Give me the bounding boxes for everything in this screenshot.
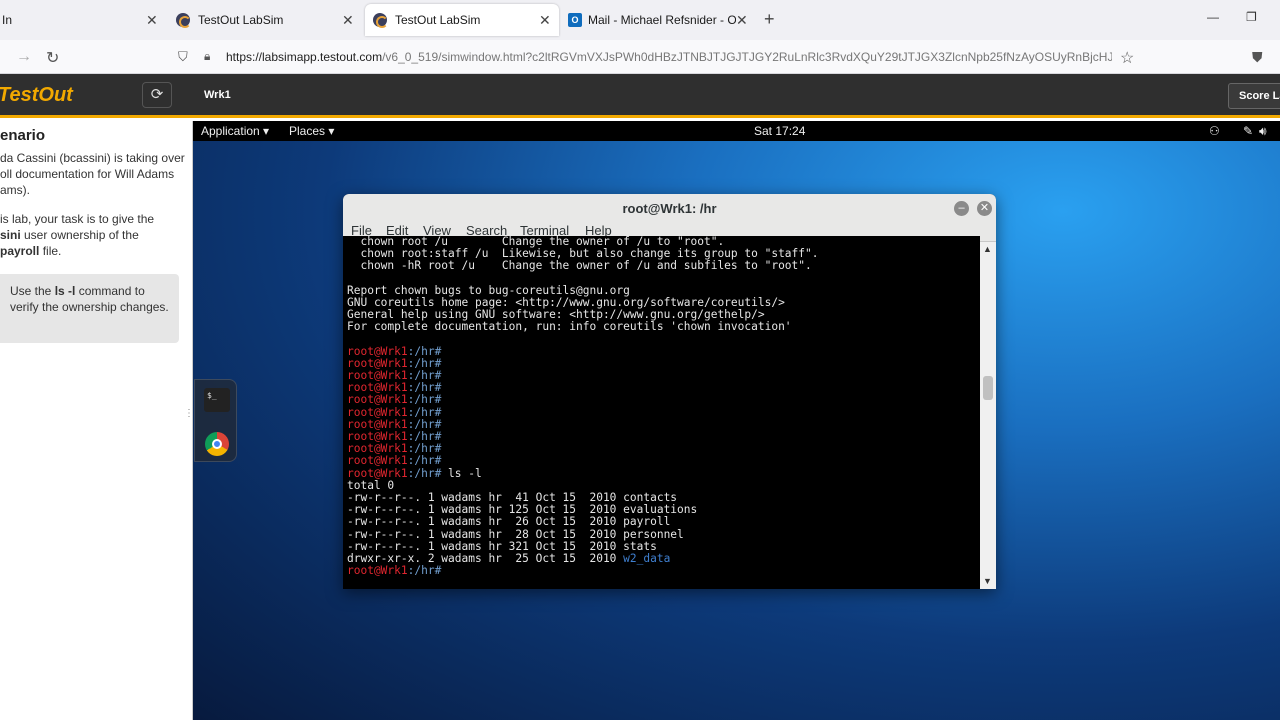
prompt-user: root@Wrk1	[347, 381, 408, 395]
terminal-scrollbar[interactable]: ▲ ▼	[980, 242, 996, 589]
application-menu[interactable]: Application ▾	[201, 124, 269, 138]
shield-icon[interactable]: ⛉	[178, 49, 188, 65]
browser-tab-bar: In ✕ TestOut LabSim ✕ TestOut LabSim ✕ O…	[0, 0, 1280, 40]
dir-meta: drwxr-xr-x. 2 wadams hr 25 Oct 15 2010	[347, 551, 624, 565]
prompt-user: root@Wrk1	[347, 430, 408, 443]
terminal-title: root@Wrk1: /hr	[343, 194, 996, 221]
prompt-path: :/hr#	[407, 405, 442, 419]
volume-icon[interactable]: 🔊︎	[1259, 124, 1267, 139]
prompt-line: root@Wrk1:/hr#	[347, 394, 980, 406]
prompt-user: root@Wrk1	[347, 393, 408, 407]
prompt-user: root@Wrk1	[347, 417, 408, 431]
minimize-icon[interactable]: –	[954, 201, 969, 216]
prompt-line: root@Wrk1:/hr#	[347, 430, 980, 443]
prompt-user: root@Wrk1	[347, 344, 408, 358]
prompt-path: :/hr#	[407, 369, 442, 383]
scenario-panel: enario da Cassini (bcassini) is taking o…	[0, 121, 193, 720]
machine-name: Wrk1	[204, 89, 231, 101]
prompt-user: root@Wrk1	[347, 564, 408, 578]
dir-entry: drwxr-xr-x. 2 wadams hr 25 Oct 15 2010 w…	[347, 551, 980, 565]
prompt-user: root@Wrk1	[347, 405, 408, 419]
close-tab-icon[interactable]: ✕	[736, 12, 748, 29]
prompt-line: root@Wrk1:/hr#	[347, 417, 980, 431]
close-tab-icon[interactable]: ✕	[539, 12, 551, 29]
terminal-output[interactable]: chown root /u Change the owner of /u to …	[343, 236, 980, 583]
new-tab-icon[interactable]: +	[764, 9, 775, 30]
prompt-user: root@Wrk1	[347, 454, 408, 468]
close-icon[interactable]: ✕	[977, 201, 992, 216]
minimize-window-icon[interactable]: —	[1207, 10, 1219, 24]
prompt-path: :/hr#	[407, 417, 442, 431]
places-menu[interactable]: Places ▾	[289, 124, 334, 138]
clock[interactable]: Sat 17:24	[754, 124, 805, 138]
scroll-down-icon[interactable]: ▼	[983, 576, 992, 586]
testout-header: TestOut ⟳ Wrk1 Score La	[0, 74, 1280, 118]
top-panel: Application ▾ Places ▾ Sat 17:24 ⚇ ✎ 🔊︎	[193, 121, 1280, 141]
tab-testout-active[interactable]: TestOut LabSim ✕	[365, 4, 559, 36]
outlook-icon: O	[568, 13, 582, 27]
terminal-window: root@Wrk1: /hr – ✕ File Edit View Search…	[343, 194, 996, 589]
testout-favicon-icon	[373, 13, 388, 28]
command-line: root@Wrk1:/hr# ls -l	[347, 466, 980, 480]
tab-outlook[interactable]: O Mail - Michael Refsnider - Outlook ✕	[566, 4, 750, 36]
score-lab-button[interactable]: Score La	[1228, 83, 1280, 109]
dock: $_	[194, 379, 237, 462]
prompt-line: root@Wrk1:/hr#	[347, 356, 980, 370]
network-icon[interactable]: ⚇	[1209, 124, 1220, 138]
prompt-line: root@Wrk1:/hr#	[347, 443, 980, 455]
close-tab-icon[interactable]: ✕	[146, 12, 158, 29]
prompt-path: :/hr#	[407, 466, 442, 480]
scroll-up-icon[interactable]: ▲	[983, 244, 992, 254]
prompt-path: :/hr#	[407, 454, 442, 468]
chrome-launcher-icon[interactable]	[205, 432, 229, 456]
restore-window-icon[interactable]: ❐	[1246, 10, 1257, 24]
bookmark-star-icon[interactable]: ☆	[1120, 48, 1134, 68]
prompt-line: root@Wrk1:/hr#	[347, 344, 980, 358]
reload-icon[interactable]: ↻	[46, 48, 59, 68]
scrollbar-thumb[interactable]	[983, 376, 993, 400]
output-line: For complete documentation, run: info co…	[347, 320, 792, 334]
url-input[interactable]: https://labsimapp.testout.com/v6_0_519/s…	[226, 50, 1112, 64]
prompt-line: root@Wrk1:/hr#	[347, 369, 980, 383]
tab-testout-1[interactable]: TestOut LabSim ✕	[168, 4, 358, 36]
testout-logo: TestOut	[0, 84, 73, 106]
prompt-path: :/hr#	[407, 381, 442, 395]
prompt-user: root@Wrk1	[347, 369, 408, 383]
prompt-path: :/hr#	[407, 344, 442, 358]
scenario-task: is lab, your task is to give the sini us…	[0, 212, 155, 258]
file-entry: -rw-r--r--. 1 wadams hr 26 Oct 15 2010 p…	[347, 515, 671, 529]
prompt-path: :/hr#	[407, 393, 442, 407]
scenario-title: enario	[0, 127, 46, 144]
scenario-hint: Use the ls -l command to verify the owne…	[0, 274, 179, 343]
prompt-user: root@Wrk1	[347, 466, 408, 480]
tab-partial[interactable]: In ✕	[0, 4, 160, 36]
forward-icon[interactable]: →	[16, 48, 32, 66]
close-tab-icon[interactable]: ✕	[342, 12, 354, 29]
lock-icon[interactable]: 🔒︎	[204, 49, 210, 64]
output-line: chown -hR root /u Change the owner of /u…	[347, 259, 812, 273]
refresh-button[interactable]: ⟳	[142, 82, 172, 108]
scenario-intro: da Cassini (bcassini) is taking over oll…	[0, 151, 185, 197]
prompt-line: root@Wrk1:/hr#	[347, 382, 980, 394]
prompt-user: root@Wrk1	[347, 356, 408, 370]
prompt-user: root@Wrk1	[347, 442, 408, 456]
file-entry: -rw-r--r--. 1 wadams hr 28 Oct 15 2010 p…	[347, 527, 684, 541]
prompt-path: :/hr#	[407, 442, 442, 456]
prompt-line: root@Wrk1:/hr#	[347, 405, 980, 419]
testout-favicon-icon	[176, 13, 191, 28]
prompt-path: :/hr#	[407, 564, 442, 578]
pocket-icon[interactable]: ⛊	[1252, 49, 1263, 66]
dir-name: w2_data	[623, 551, 671, 565]
prompt-path: :/hr#	[407, 430, 442, 443]
command-text: ls -l	[441, 466, 482, 480]
address-bar-row: → ↻ ⛉ 🔒︎ https://labsimapp.testout.com/v…	[0, 40, 1280, 74]
terminal-launcher-icon[interactable]: $_	[204, 388, 230, 412]
prompt-line: root@Wrk1:/hr#	[347, 564, 980, 578]
tools-icon[interactable]: ✎	[1243, 124, 1253, 138]
prompt-path: :/hr#	[407, 356, 442, 370]
